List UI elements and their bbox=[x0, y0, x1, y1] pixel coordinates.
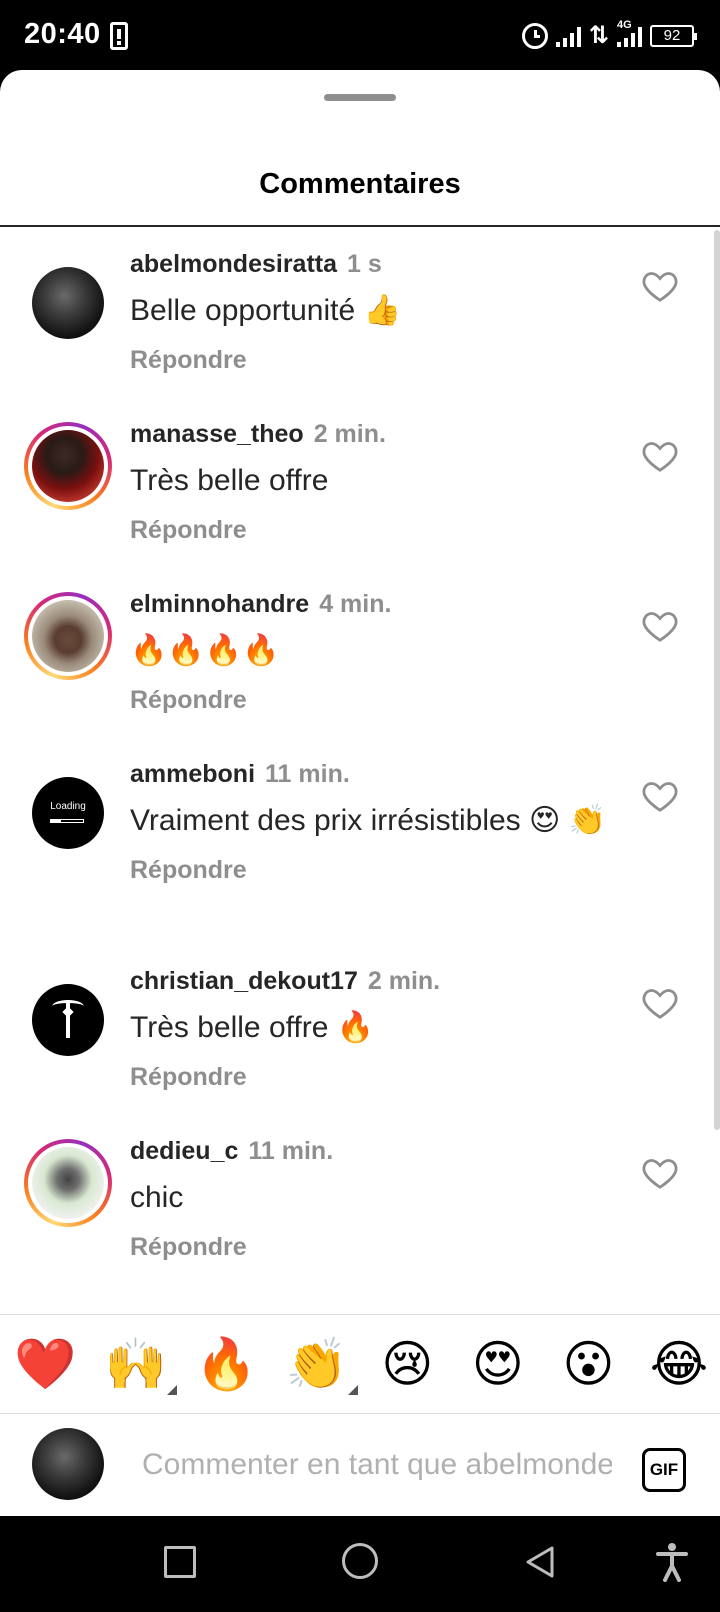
reply-button[interactable]: Répondre bbox=[130, 684, 620, 716]
comment-time: 1 s bbox=[347, 250, 382, 278]
alarm-icon bbox=[521, 23, 548, 49]
heart-eyes-emoji-reaction[interactable]: 😍 bbox=[467, 1333, 529, 1395]
comment-username[interactable]: manasse_theo bbox=[130, 420, 304, 448]
comment-composer: GIF bbox=[0, 1414, 720, 1516]
data-transfer-icon: ⇅ bbox=[588, 22, 609, 49]
profile-photo bbox=[32, 430, 104, 502]
network-type: 4G bbox=[617, 19, 632, 31]
accessibility-icon[interactable] bbox=[656, 1542, 688, 1582]
comments-sheet: Commentaires abelmondesiratta 1 s Belle o… bbox=[0, 70, 720, 1516]
status-bar: 20:40 ⇅ 4G 92 bbox=[0, 0, 720, 72]
clapping-emoji-reaction[interactable]: 👏 bbox=[286, 1333, 358, 1395]
comment-time: 2 min. bbox=[313, 420, 386, 448]
sheet-title: Commentaires bbox=[259, 168, 461, 200]
comment-time: 11 min. bbox=[265, 760, 350, 788]
heart-icon[interactable] bbox=[640, 606, 680, 646]
comment-time: 2 min. bbox=[367, 967, 441, 995]
avatar-story-ring[interactable] bbox=[24, 1139, 112, 1227]
comment-username[interactable]: elminnohandre bbox=[130, 590, 309, 618]
comment-time: 11 min. bbox=[248, 1137, 334, 1165]
reply-button[interactable]: Répondre bbox=[130, 854, 620, 886]
avatar-story-ring[interactable] bbox=[24, 422, 112, 510]
comment-username[interactable]: abelmondesiratta bbox=[130, 250, 337, 278]
laughing-emoji-reaction[interactable]: 😂 bbox=[648, 1333, 710, 1395]
avatar[interactable]: Loading bbox=[24, 769, 112, 857]
status-time: 20:40 bbox=[24, 18, 101, 50]
avatar[interactable] bbox=[24, 976, 112, 1064]
heart-icon[interactable] bbox=[640, 776, 680, 816]
heart-icon[interactable] bbox=[640, 1153, 680, 1193]
profile-photo bbox=[32, 600, 104, 672]
comment-username[interactable]: ammeboni bbox=[130, 760, 255, 788]
fire-emoji-reaction[interactable]: 🔥 bbox=[195, 1333, 257, 1395]
back-icon[interactable] bbox=[522, 1544, 558, 1580]
profile-photo bbox=[32, 1147, 104, 1219]
avatar-loading-text: Loading bbox=[50, 801, 86, 812]
title-divider bbox=[0, 225, 720, 227]
loading-bar-icon bbox=[50, 819, 84, 823]
phone-notification-icon bbox=[110, 22, 128, 50]
drag-handle[interactable] bbox=[324, 94, 396, 101]
profile-photo: Loading bbox=[32, 777, 104, 849]
comment-time: 4 min. bbox=[319, 590, 392, 618]
comment-text: Vraiment des prix irrésistibles 😍 👏 bbox=[130, 804, 606, 837]
heart-icon[interactable] bbox=[640, 436, 680, 476]
quick-reactions-bar: ❤️ 🙌 🔥 👏 😢 😍 😮 😂 bbox=[0, 1315, 720, 1413]
reply-button[interactable]: Répondre bbox=[130, 344, 620, 376]
reply-button[interactable]: Répondre bbox=[130, 1231, 620, 1263]
own-avatar bbox=[32, 1428, 104, 1500]
comment-text: chic bbox=[130, 1181, 184, 1214]
comment-username[interactable]: christian_dekout17 bbox=[130, 967, 358, 995]
home-icon[interactable] bbox=[342, 1543, 378, 1579]
heart-emoji-reaction[interactable]: ❤️ bbox=[14, 1333, 76, 1395]
surprised-emoji-reaction[interactable]: 😮 bbox=[557, 1333, 619, 1395]
reply-button[interactable]: Répondre bbox=[130, 1061, 620, 1093]
heart-icon[interactable] bbox=[640, 266, 680, 306]
status-icons: ⇅ 4G 92 bbox=[521, 18, 697, 54]
recent-apps-icon[interactable] bbox=[164, 1546, 196, 1578]
comment-list[interactable]: abelmondesiratta 1 s Belle opportunité 👍 … bbox=[0, 230, 712, 1385]
comment-text: 🔥🔥🔥🔥 bbox=[130, 634, 280, 667]
avatar-story-ring[interactable] bbox=[24, 592, 112, 680]
profile-photo bbox=[32, 984, 104, 1056]
comment-text: Très belle offre bbox=[130, 464, 329, 497]
comment-username[interactable]: dedieu_c bbox=[130, 1137, 238, 1165]
battery-icon: 92 bbox=[650, 25, 697, 47]
heart-icon[interactable] bbox=[640, 983, 680, 1023]
scrollbar[interactable] bbox=[714, 230, 720, 1130]
tuxedo-icon bbox=[52, 1000, 84, 1038]
crying-emoji-reaction[interactable]: 😢 bbox=[376, 1333, 438, 1395]
wifi-signal-icon bbox=[555, 25, 581, 47]
avatar[interactable] bbox=[24, 259, 112, 347]
cell-signal-icon: 4G bbox=[617, 19, 642, 47]
comment-input[interactable] bbox=[142, 1440, 612, 1490]
raising-hands-emoji-reaction[interactable]: 🙌 bbox=[105, 1333, 177, 1395]
system-navigation-bar bbox=[0, 1516, 720, 1612]
gif-button[interactable]: GIF bbox=[642, 1448, 686, 1492]
comment-text: Très belle offre 🔥 bbox=[130, 1011, 375, 1044]
reply-button[interactable]: Répondre bbox=[130, 514, 620, 546]
comment-text: Belle opportunité 👍 bbox=[130, 294, 401, 327]
profile-photo bbox=[32, 267, 104, 339]
